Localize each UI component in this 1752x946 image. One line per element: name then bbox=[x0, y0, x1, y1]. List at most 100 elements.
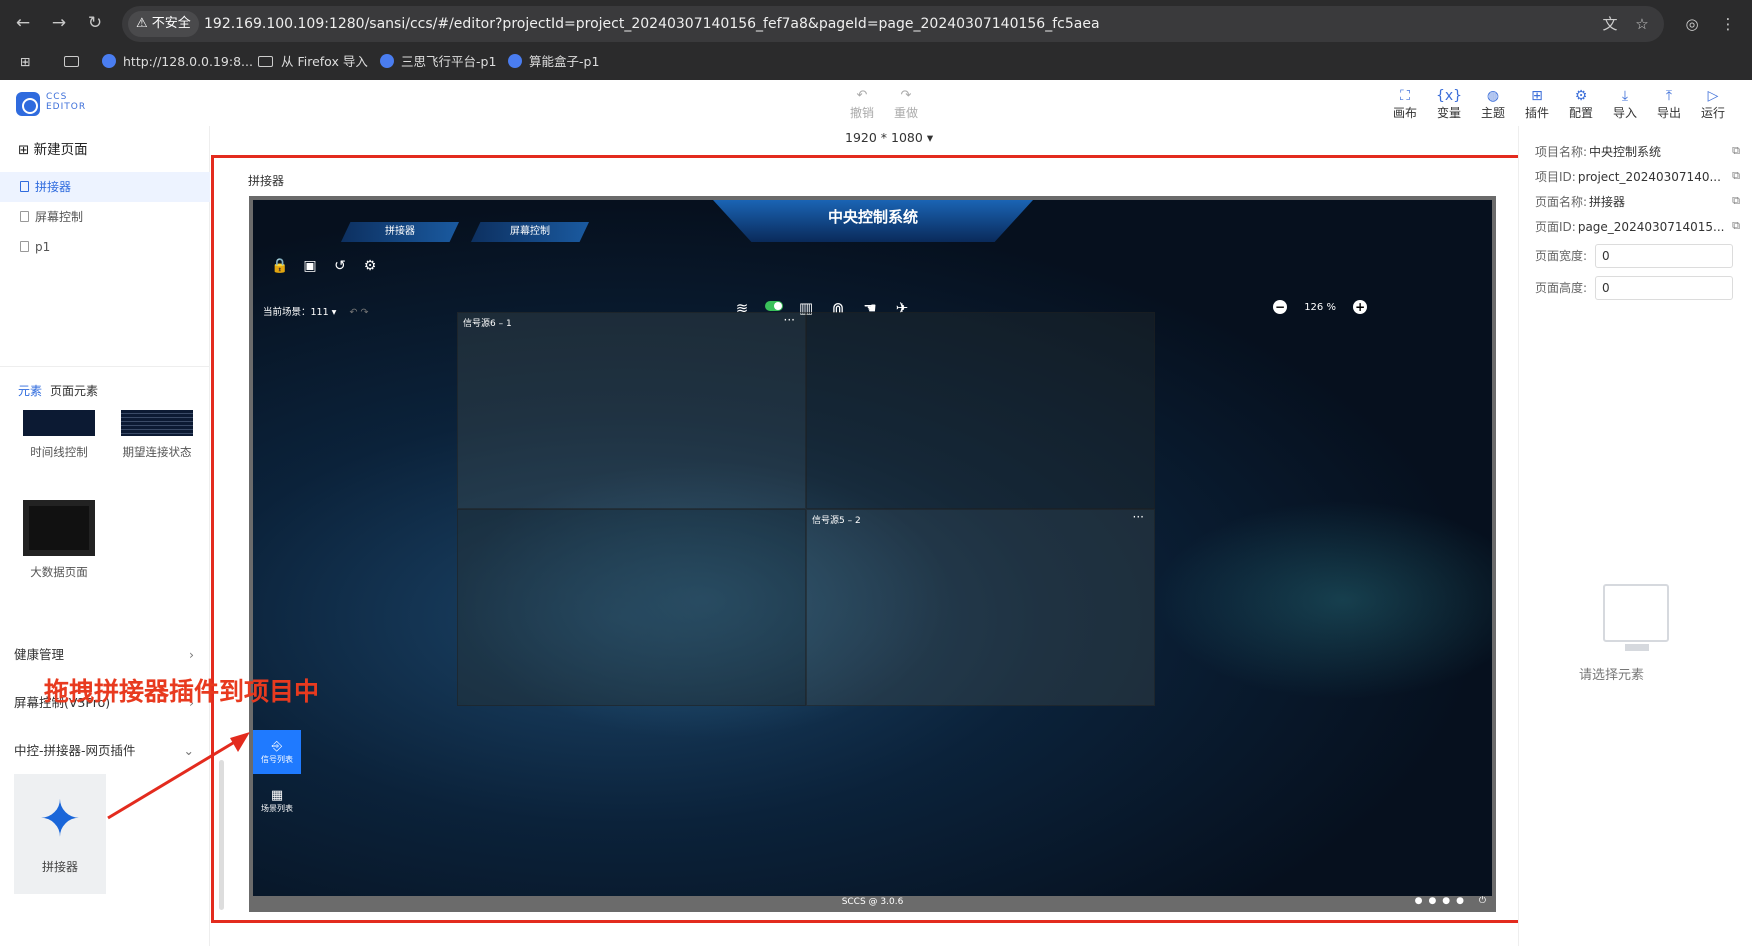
current-scene[interactable]: 当前场景：111 ▾ ↶ ↷ bbox=[263, 304, 368, 318]
translate-icon[interactable]: 文 bbox=[1600, 14, 1620, 34]
bookmark-label: 三思飞行平台-p1 bbox=[401, 54, 497, 69]
arrow-head bbox=[230, 732, 250, 752]
plugin-label: 拼接器 bbox=[41, 860, 78, 874]
footer-dots: ●●●● ⏻ bbox=[1414, 896, 1492, 906]
redo-label: 重做 bbox=[893, 106, 918, 120]
bookmark-4[interactable]: 算能盒子-p1 bbox=[508, 52, 599, 72]
page-height-input[interactable]: 0 bbox=[1595, 276, 1733, 300]
bookmark-3[interactable]: 三思飞行平台-p1 bbox=[380, 52, 496, 72]
annotation-text: 拖拽拼接器插件到项目中 bbox=[44, 677, 320, 706]
zoom-in-button[interactable]: + bbox=[1353, 300, 1368, 314]
chevron-down-icon: ⌄ bbox=[183, 743, 194, 758]
prop-label: 项目ID: bbox=[1535, 170, 1576, 184]
import-icon: ⤓ bbox=[1621, 88, 1629, 104]
undo-arrow-icon[interactable]: ↶ ↷ bbox=[349, 307, 368, 318]
reset-icon[interactable]: ↺ bbox=[331, 258, 349, 274]
properties-panel: 项目名称: 中央控制系统 ⧉ 项目ID: project_20240307140..… bbox=[1518, 126, 1752, 946]
page-item-splicer[interactable]: 拼接器 bbox=[0, 172, 210, 202]
element-label: 期望连接状态 bbox=[122, 445, 192, 459]
lock-icon[interactable]: 🔒 bbox=[271, 258, 289, 274]
add-page-icon: ⊞ bbox=[18, 142, 30, 158]
redo-icon: ↷ bbox=[900, 88, 912, 103]
import-button[interactable]: ⤓ 导入 bbox=[1605, 88, 1645, 121]
page-item-p1[interactable]: p1 bbox=[0, 232, 210, 262]
copy-icon[interactable]: ⧉ bbox=[1732, 219, 1740, 233]
copy-icon[interactable]: ⧉ bbox=[1732, 169, 1740, 183]
forward-button[interactable]: → bbox=[46, 10, 72, 36]
bookmark-2[interactable]: 从 Firefox 导入 bbox=[258, 52, 368, 72]
tab-splicer[interactable]: 拼接器 bbox=[341, 222, 459, 242]
theme-button[interactable]: ◍ 主题 bbox=[1473, 88, 1513, 121]
logo-icon bbox=[16, 92, 40, 116]
save-icon[interactable]: ▣ bbox=[301, 258, 319, 274]
copy-icon[interactable]: ⧉ bbox=[1732, 194, 1740, 208]
screen-cell[interactable] bbox=[457, 509, 806, 706]
variable-button[interactable]: {x} 变量 bbox=[1429, 88, 1469, 121]
prop-label: 页面名称: bbox=[1535, 195, 1588, 209]
cell-label: 信号源5 – 2 bbox=[812, 516, 861, 526]
prop-value: page_2024030714015... bbox=[1577, 220, 1725, 234]
url-text[interactable]: 192.169.100.109:1280/sansi/ccs/#/editor?… bbox=[204, 6, 1100, 42]
bookmarks-folder[interactable] bbox=[64, 52, 87, 72]
element-bigdata-page[interactable]: 大数据页面 bbox=[18, 500, 100, 580]
star-icon[interactable]: ☆ bbox=[1632, 14, 1652, 34]
scene-list-label: 场景列表 bbox=[261, 804, 293, 813]
screen-cell[interactable]: 信号源5 – 2 ··· bbox=[806, 509, 1155, 706]
folder-icon bbox=[258, 56, 273, 67]
signal-list-button[interactable]: ⎆ 信号列表 bbox=[253, 730, 301, 774]
reload-button[interactable]: ↻ bbox=[82, 10, 108, 36]
run-button[interactable]: ▷ 运行 bbox=[1693, 88, 1733, 121]
category-health[interactable]: 健康管理 › bbox=[14, 644, 194, 666]
zoom-value: 126 % bbox=[1304, 302, 1336, 313]
menu-icon[interactable]: ⋮ bbox=[1718, 14, 1738, 34]
screen-cell[interactable] bbox=[806, 312, 1155, 509]
export-button[interactable]: ⤒ 导出 bbox=[1649, 88, 1689, 121]
element-connection-state[interactable]: 期望连接状态 bbox=[116, 410, 198, 460]
system-title: 中央控制系统 bbox=[713, 200, 1033, 242]
undo-button[interactable]: ↶ 撤销 bbox=[842, 88, 882, 121]
canvas-icon: ⛶ bbox=[1400, 88, 1410, 104]
scene-list-button[interactable]: ▦ 场景列表 bbox=[253, 784, 301, 828]
toggle-knob bbox=[765, 301, 783, 311]
config-button[interactable]: ⚙ 配置 bbox=[1561, 88, 1601, 121]
puzzle-icon: ✦ bbox=[39, 790, 81, 848]
prop-value: 拼接器 bbox=[1589, 195, 1626, 209]
page-label: 屏幕控制 bbox=[35, 210, 84, 224]
insecure-badge[interactable]: ⚠ 不安全 bbox=[128, 11, 199, 37]
address-bar[interactable]: ⚠ 不安全 192.169.100.109:1280/sansi/ccs/#/e… bbox=[122, 6, 1664, 42]
tab-elements[interactable]: 元素 bbox=[18, 384, 42, 398]
site-icon bbox=[102, 54, 116, 68]
back-button[interactable]: ← bbox=[10, 10, 36, 36]
apps-icon[interactable]: ⊞ bbox=[20, 52, 30, 72]
new-page-button[interactable]: ⊞ 新建页面 bbox=[18, 138, 88, 158]
copy-icon[interactable]: ⧉ bbox=[1732, 144, 1740, 158]
tab-page-elements[interactable]: 页面元素 bbox=[50, 384, 98, 398]
page-icon bbox=[20, 241, 29, 252]
element-timeline[interactable]: 时间线控制 bbox=[18, 410, 100, 460]
category-splicer-plugin[interactable]: 中控-拼接器-网页插件 ⌄ bbox=[14, 740, 194, 762]
export-icon: ⤒ bbox=[1665, 88, 1673, 104]
plugin-button[interactable]: ⊞ 插件 bbox=[1517, 88, 1557, 121]
profile-icon[interactable]: ◎ bbox=[1682, 14, 1702, 34]
more-icon[interactable]: ··· bbox=[1133, 510, 1144, 524]
redo-button[interactable]: ↷ 重做 bbox=[886, 88, 926, 121]
settings-icon[interactable]: ⚙ bbox=[361, 258, 379, 274]
canvas-button[interactable]: ⛶ 画布 bbox=[1385, 88, 1425, 121]
scrollbar[interactable] bbox=[219, 760, 224, 910]
screen-cell[interactable]: 信号源6 – 1 ··· bbox=[457, 312, 806, 509]
connection-thumbnail bbox=[121, 410, 193, 436]
splicer-plugin[interactable]: ✦ 拼接器 bbox=[14, 774, 106, 894]
element-label: 大数据页面 bbox=[30, 565, 88, 579]
page-width-input[interactable]: 0 bbox=[1595, 244, 1733, 268]
bookmark-1[interactable]: http://128.0.0.19:8... bbox=[102, 52, 253, 72]
undo-label: 撤销 bbox=[849, 106, 874, 120]
bookmark-label: 算能盒子-p1 bbox=[529, 54, 600, 69]
zoom-out-button[interactable]: − bbox=[1273, 300, 1287, 314]
scene-value: 111 bbox=[310, 307, 329, 318]
toolbar-label: 导出 bbox=[1656, 106, 1681, 120]
page-item-screen-control[interactable]: 屏幕控制 bbox=[0, 202, 210, 232]
toolbar-label: 配置 bbox=[1568, 106, 1593, 120]
more-icon[interactable]: ··· bbox=[784, 313, 795, 327]
canvas-size-select[interactable]: 1920 * 1080 ▾ bbox=[845, 130, 933, 145]
tab-screen-control[interactable]: 屏幕控制 bbox=[471, 222, 589, 242]
